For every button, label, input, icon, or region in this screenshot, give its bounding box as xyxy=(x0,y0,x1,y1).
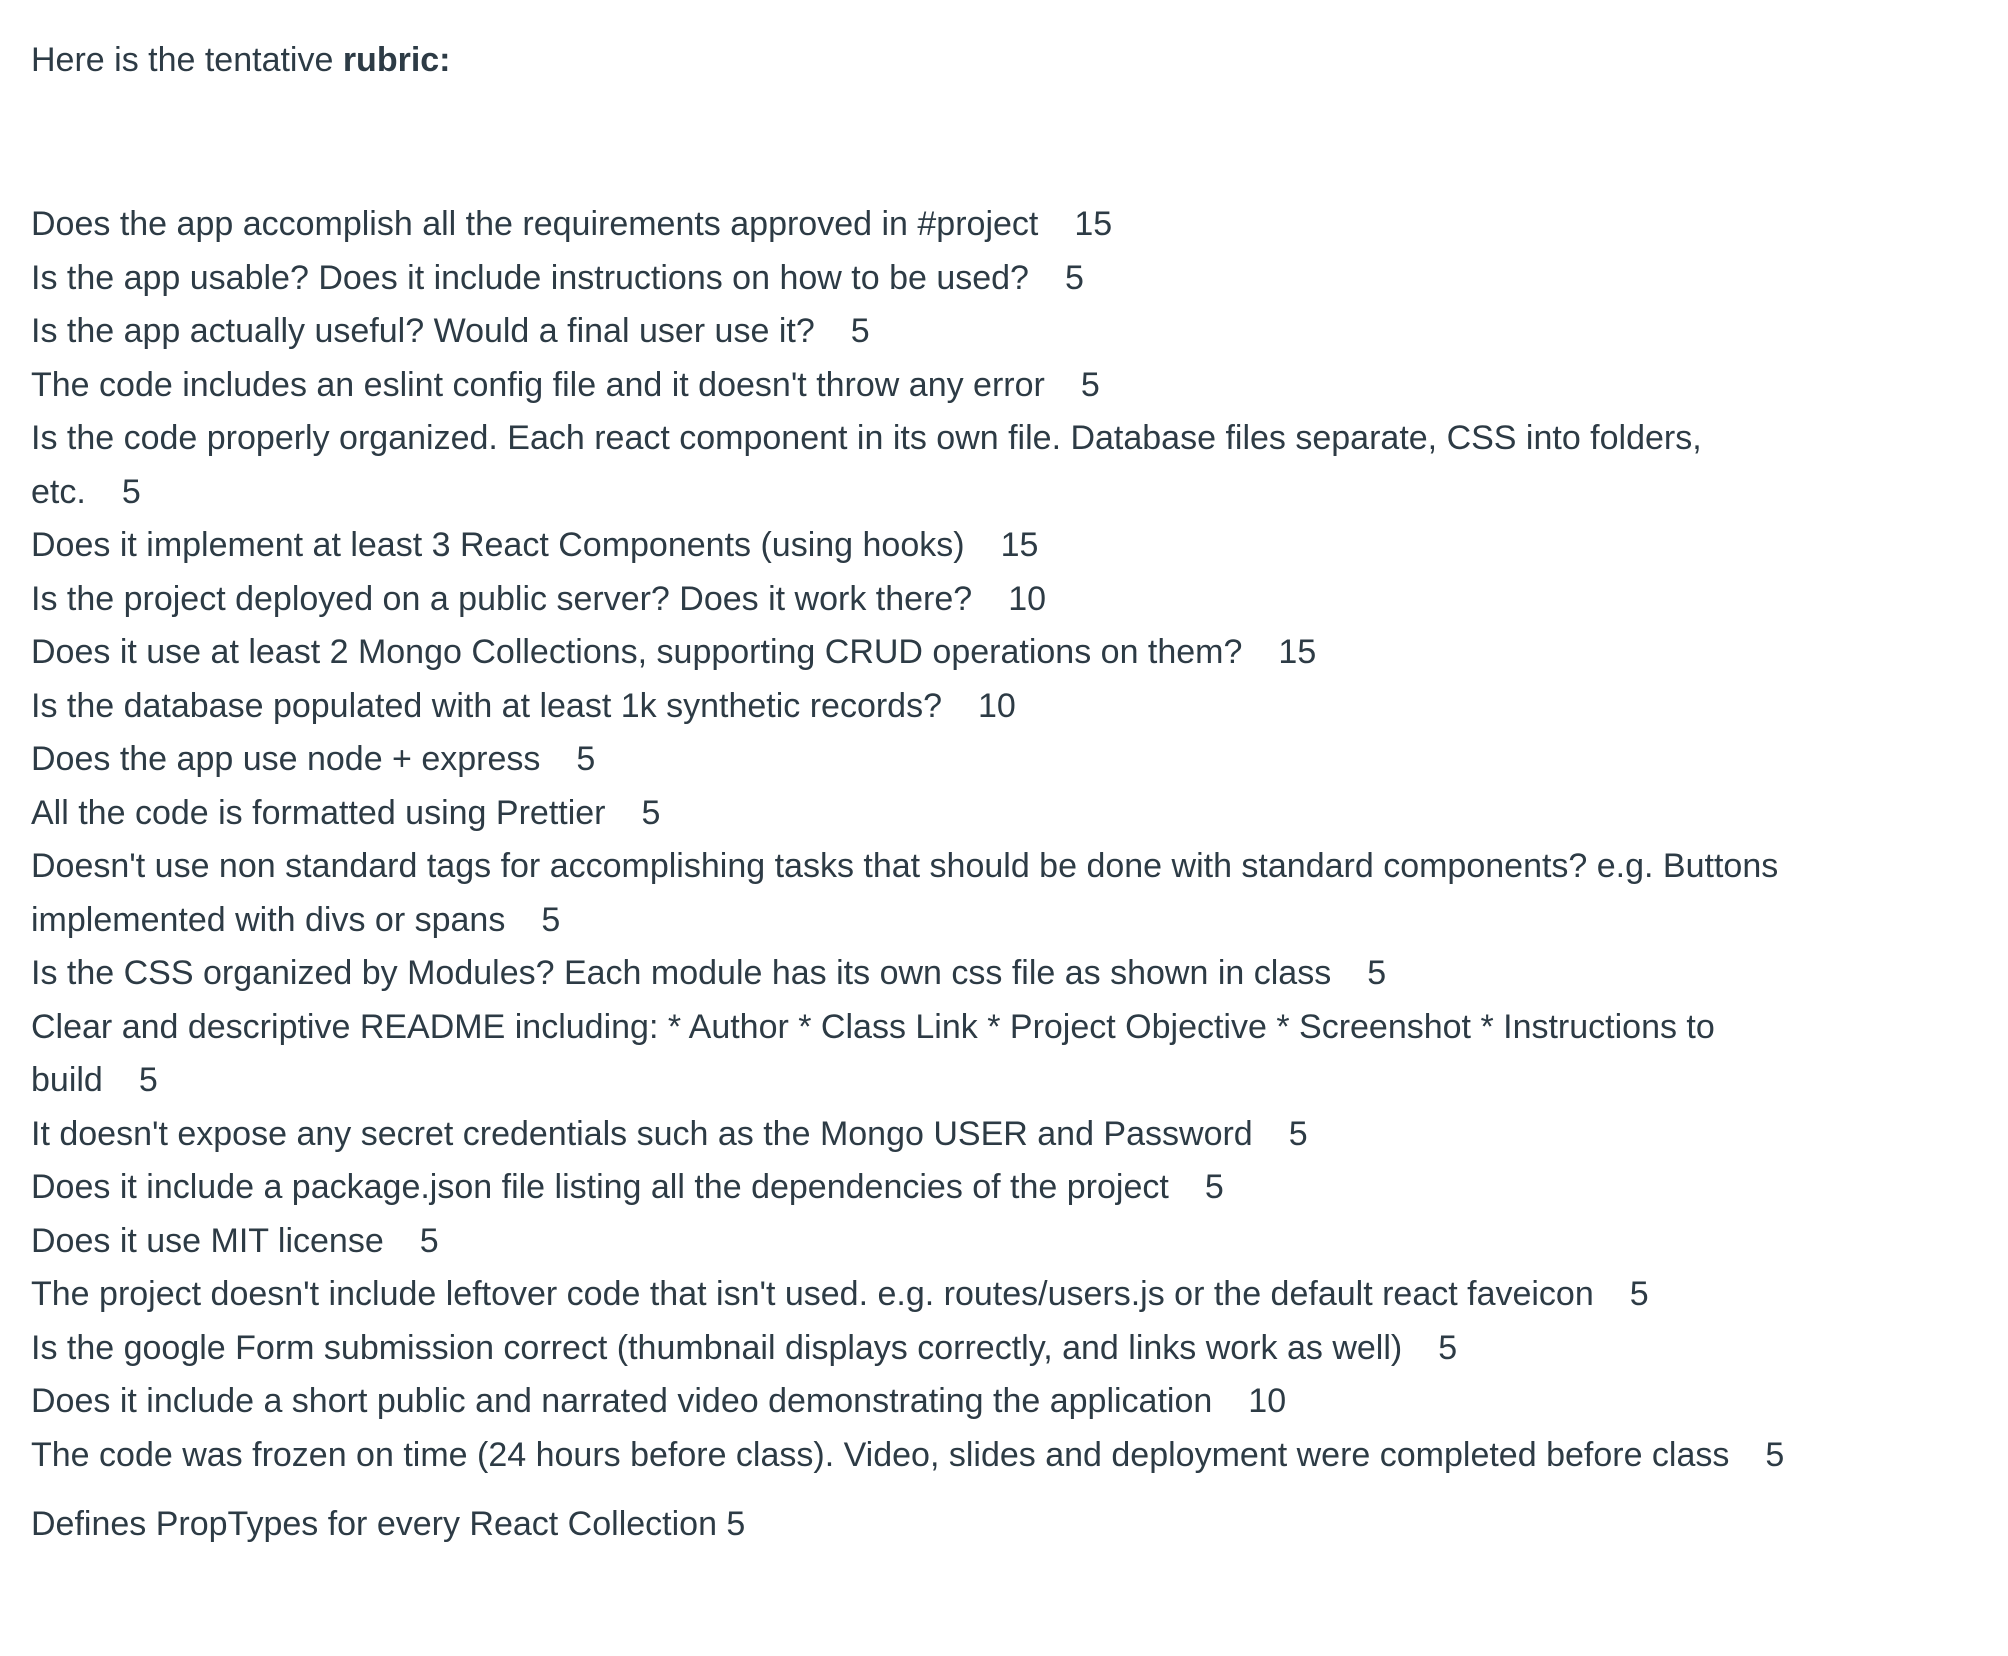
rubric-item-points: 5 xyxy=(419,1221,439,1260)
rubric-item-points: 5 xyxy=(541,900,561,939)
rubric-item-points: 10 xyxy=(978,686,1016,725)
rubric-item-text: Does it use at least 2 Mongo Collections… xyxy=(31,633,1243,671)
rubric-item: Does it include a package.json file list… xyxy=(31,1161,1791,1215)
rubric-item-points: 5 xyxy=(1438,1328,1458,1367)
rubric-item: Is the app usable? Does it include instr… xyxy=(31,252,1791,306)
rubric-item: Is the project deployed on a public serv… xyxy=(31,573,1791,627)
rubric-item-points: 5 xyxy=(1204,1168,1224,1206)
intro-bold: rubric: xyxy=(342,41,451,79)
rubric-item-points: 5 xyxy=(1064,258,1084,297)
rubric-item: Is the google Form submission correct (t… xyxy=(31,1322,1791,1376)
rubric-item: It doesn't expose any secret credentials… xyxy=(31,1108,1791,1162)
intro-text: Here is the tentative xyxy=(31,41,343,79)
rubric-item: The project doesn't include leftover cod… xyxy=(31,1268,1791,1322)
rubric-item-text: The code includes an eslint config file … xyxy=(31,365,1045,404)
intro-line: Here is the tentative rubric: xyxy=(31,38,1977,82)
rubric-item-text: Does the app use node + express xyxy=(31,740,541,778)
rubric-item: Clear and descriptive README including: … xyxy=(31,1001,1791,1108)
rubric-item: Is the database populated with at least … xyxy=(31,680,1791,734)
rubric-item-text: Is the code properly organized. Each rea… xyxy=(31,419,1702,511)
rubric-item-text: Is the project deployed on a public serv… xyxy=(31,579,973,618)
rubric-item-points: 5 xyxy=(1765,1435,1785,1474)
rubric-item-text: Clear and descriptive README including: … xyxy=(31,1007,1715,1100)
rubric-page: Here is the tentative rubric: Does the a… xyxy=(0,0,2008,1656)
rubric-item: Does it use at least 2 Mongo Collections… xyxy=(31,626,1791,680)
rubric-item-text: Does it include a package.json file list… xyxy=(31,1168,1169,1206)
rubric-item-points: 5 xyxy=(138,1061,158,1099)
rubric-item: Is the app actually useful? Would a fina… xyxy=(31,305,1791,359)
rubric-item-points: 15 xyxy=(1074,205,1113,243)
rubric-item-points: 5 xyxy=(576,740,596,778)
rubric-item-text: The code was frozen on time (24 hours be… xyxy=(31,1435,1730,1474)
rubric-item: The code includes an eslint config file … xyxy=(31,359,1791,413)
proptypes-line: Defines PropTypes for every React Collec… xyxy=(31,1505,746,1543)
rubric-item-text: Is the app usable? Does it include instr… xyxy=(31,258,1029,297)
rubric-item-text: Does it include a short public and narra… xyxy=(31,1382,1213,1420)
rubric-item-text: Is the google Form submission correct (t… xyxy=(31,1328,1403,1367)
rubric-item-points: 5 xyxy=(1367,954,1387,992)
rubric-list: Does the app accomplish all the requirem… xyxy=(31,198,1791,1482)
rubric-item-points: 5 xyxy=(121,472,141,511)
rubric-item-text: Is the app actually useful? Would a fina… xyxy=(31,312,815,350)
rubric-item-points: 15 xyxy=(1278,633,1317,671)
rubric-item-text: Is the CSS organized by Modules? Each mo… xyxy=(31,954,1332,992)
rubric-item: Is the CSS organized by Modules? Each mo… xyxy=(31,947,1791,1001)
rubric-item-points: 10 xyxy=(1248,1382,1287,1420)
rubric-item: Doesn't use non standard tags for accomp… xyxy=(31,840,1791,947)
rubric-item-text: Does it use MIT license xyxy=(31,1221,384,1260)
rubric-item-text: Is the database populated with at least … xyxy=(31,686,942,725)
rubric-item-text: Does the app accomplish all the requirem… xyxy=(31,205,1039,243)
rubric-item: Is the code properly organized. Each rea… xyxy=(31,412,1791,519)
rubric-item: The code was frozen on time (24 hours be… xyxy=(31,1429,1791,1483)
rubric-item: Does it implement at least 3 React Compo… xyxy=(31,519,1791,573)
rubric-item-points: 10 xyxy=(1008,579,1047,618)
rubric-item-text: All the code is formatted using Prettier xyxy=(31,793,606,832)
rubric-item: Does it use MIT license 5 xyxy=(31,1215,1791,1269)
rubric-item-points: 5 xyxy=(1629,1275,1649,1313)
rubric-item: Does the app use node + express 5 xyxy=(31,733,1791,787)
rubric-item: All the code is formatted using Prettier… xyxy=(31,787,1791,841)
rubric-item: Does it include a short public and narra… xyxy=(31,1375,1791,1429)
rubric-item-points: 5 xyxy=(641,793,661,832)
rubric-item-points: 5 xyxy=(1288,1114,1308,1153)
rubric-item-text: It doesn't expose any secret credentials… xyxy=(31,1114,1253,1153)
rubric-item-text: Does it implement at least 3 React Compo… xyxy=(31,526,965,564)
rubric-item-points: 5 xyxy=(850,312,870,350)
rubric-item-text: The project doesn't include leftover cod… xyxy=(31,1275,1594,1313)
rubric-item-points: 15 xyxy=(1000,526,1039,564)
rubric-item-points: 5 xyxy=(1080,365,1100,404)
rubric-item: Does the app accomplish all the requirem… xyxy=(31,198,1791,252)
rubric-item-text: Doesn't use non standard tags for accomp… xyxy=(31,847,1779,939)
